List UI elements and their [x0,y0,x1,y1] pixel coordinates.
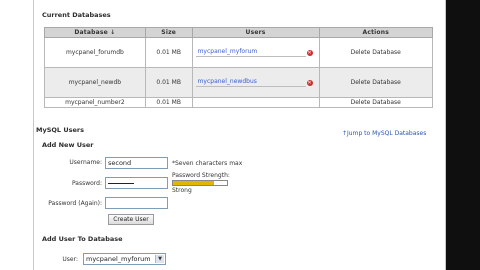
column-header-database[interactable]: Database ↓ [44,27,146,38]
user-select[interactable]: mycpanel_myforum ▼ [83,253,166,265]
database-user-link[interactable]: mycpanel_myforum [195,48,306,57]
delete-user-icon[interactable]: ✕ [306,79,313,86]
username-value: second [108,159,132,167]
database-user-link[interactable]: mycpanel_newdbus [195,78,306,87]
mysql-users-title: MySQL Users [36,126,84,134]
database-size: 0.01 MB [144,97,193,108]
table-row: mycpanel_newdb 0.01 MB mycpanel_newdbus … [44,67,433,98]
database-name: mycpanel_newdb [44,67,146,98]
password-again-label: Password (Again): [48,200,102,207]
right-gutter [446,0,480,270]
database-users-cell [191,97,320,108]
delete-database-link[interactable]: Delete Database [318,67,433,98]
password-strength-meter [172,180,228,186]
panel-border [33,0,34,270]
password-strength-fill [173,181,214,185]
database-user-name: mycpanel_myforum [197,48,258,55]
delete-database-link[interactable]: Delete Database [318,97,433,108]
create-user-button[interactable]: Create User [108,214,154,225]
databases-table: Database ↓ Size Users Actions mycpanel_f… [44,27,433,108]
username-hint: *Seven characters max [172,160,243,167]
password-label: Password: [71,180,102,187]
password-mask [108,182,134,184]
password-strength-value: Strong [172,187,192,194]
column-header-size: Size [144,27,193,38]
password-strength-label: Password Strength: [172,172,230,179]
table-header-row: Database ↓ Size Users Actions [44,27,433,38]
password-again-input[interactable] [105,197,168,209]
database-size: 0.01 MB [144,67,193,98]
current-databases-title: Current Databases [42,11,111,19]
chevron-down-icon[interactable]: ▼ [155,255,164,263]
user-select-value: mycpanel_myforum [86,255,151,263]
database-users-cell: mycpanel_newdbus ✕ [191,67,320,98]
database-name: mycpanel_forumdb [44,37,146,68]
username-input[interactable]: second [105,157,168,169]
jump-to-databases-link[interactable]: ↑Jump to MySQL Databases [342,130,426,137]
username-label: Username: [69,159,102,166]
user-select-label: User: [62,256,78,263]
delete-user-icon[interactable]: ✕ [306,49,313,56]
database-users-cell: mycpanel_myforum ✕ [191,37,320,68]
left-gutter [0,0,34,270]
delete-database-link[interactable]: Delete Database [318,37,433,68]
column-header-actions: Actions [318,27,433,38]
add-user-to-database-title: Add User To Database [42,235,123,243]
database-name: mycpanel_number2 [44,97,146,108]
add-new-user-title: Add New User [42,141,94,149]
table-row: mycpanel_forumdb 0.01 MB mycpanel_myforu… [44,37,433,68]
database-size: 0.01 MB [144,37,193,68]
column-header-users: Users [191,27,320,38]
password-input[interactable] [105,177,168,189]
table-row: mycpanel_number2 0.01 MB Delete Database [44,97,433,108]
database-user-name: mycpanel_newdbus [197,78,257,85]
jump-link-label: Jump to MySQL Databases [347,130,427,137]
